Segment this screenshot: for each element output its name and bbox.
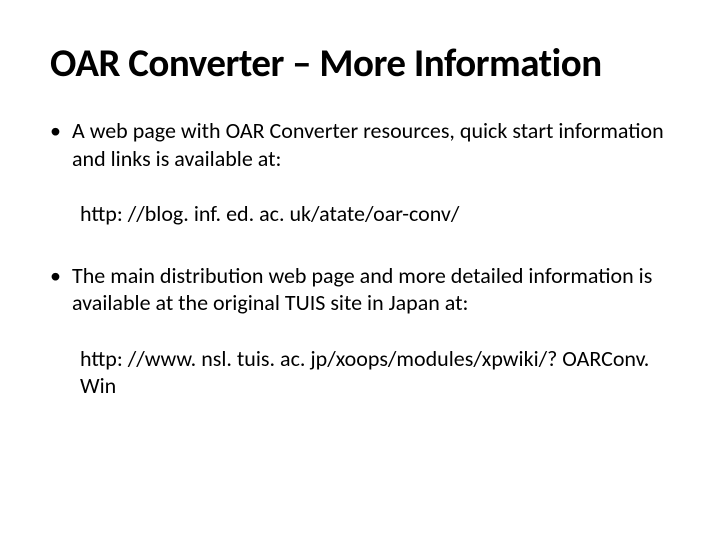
url-line: http: //blog. inf. ed. ac. uk/atate/oar-… bbox=[50, 200, 680, 228]
slide: OAR Converter – More Information A web p… bbox=[0, 0, 720, 540]
bullet-item: The main distribution web page and more … bbox=[50, 262, 680, 317]
bullet-item: A web page with OAR Converter resources,… bbox=[50, 117, 680, 172]
slide-body: A web page with OAR Converter resources,… bbox=[50, 117, 680, 400]
slide-title: OAR Converter – More Information bbox=[50, 40, 680, 87]
url-line: http: //www. nsl. tuis. ac. jp/xoops/mod… bbox=[50, 345, 680, 400]
